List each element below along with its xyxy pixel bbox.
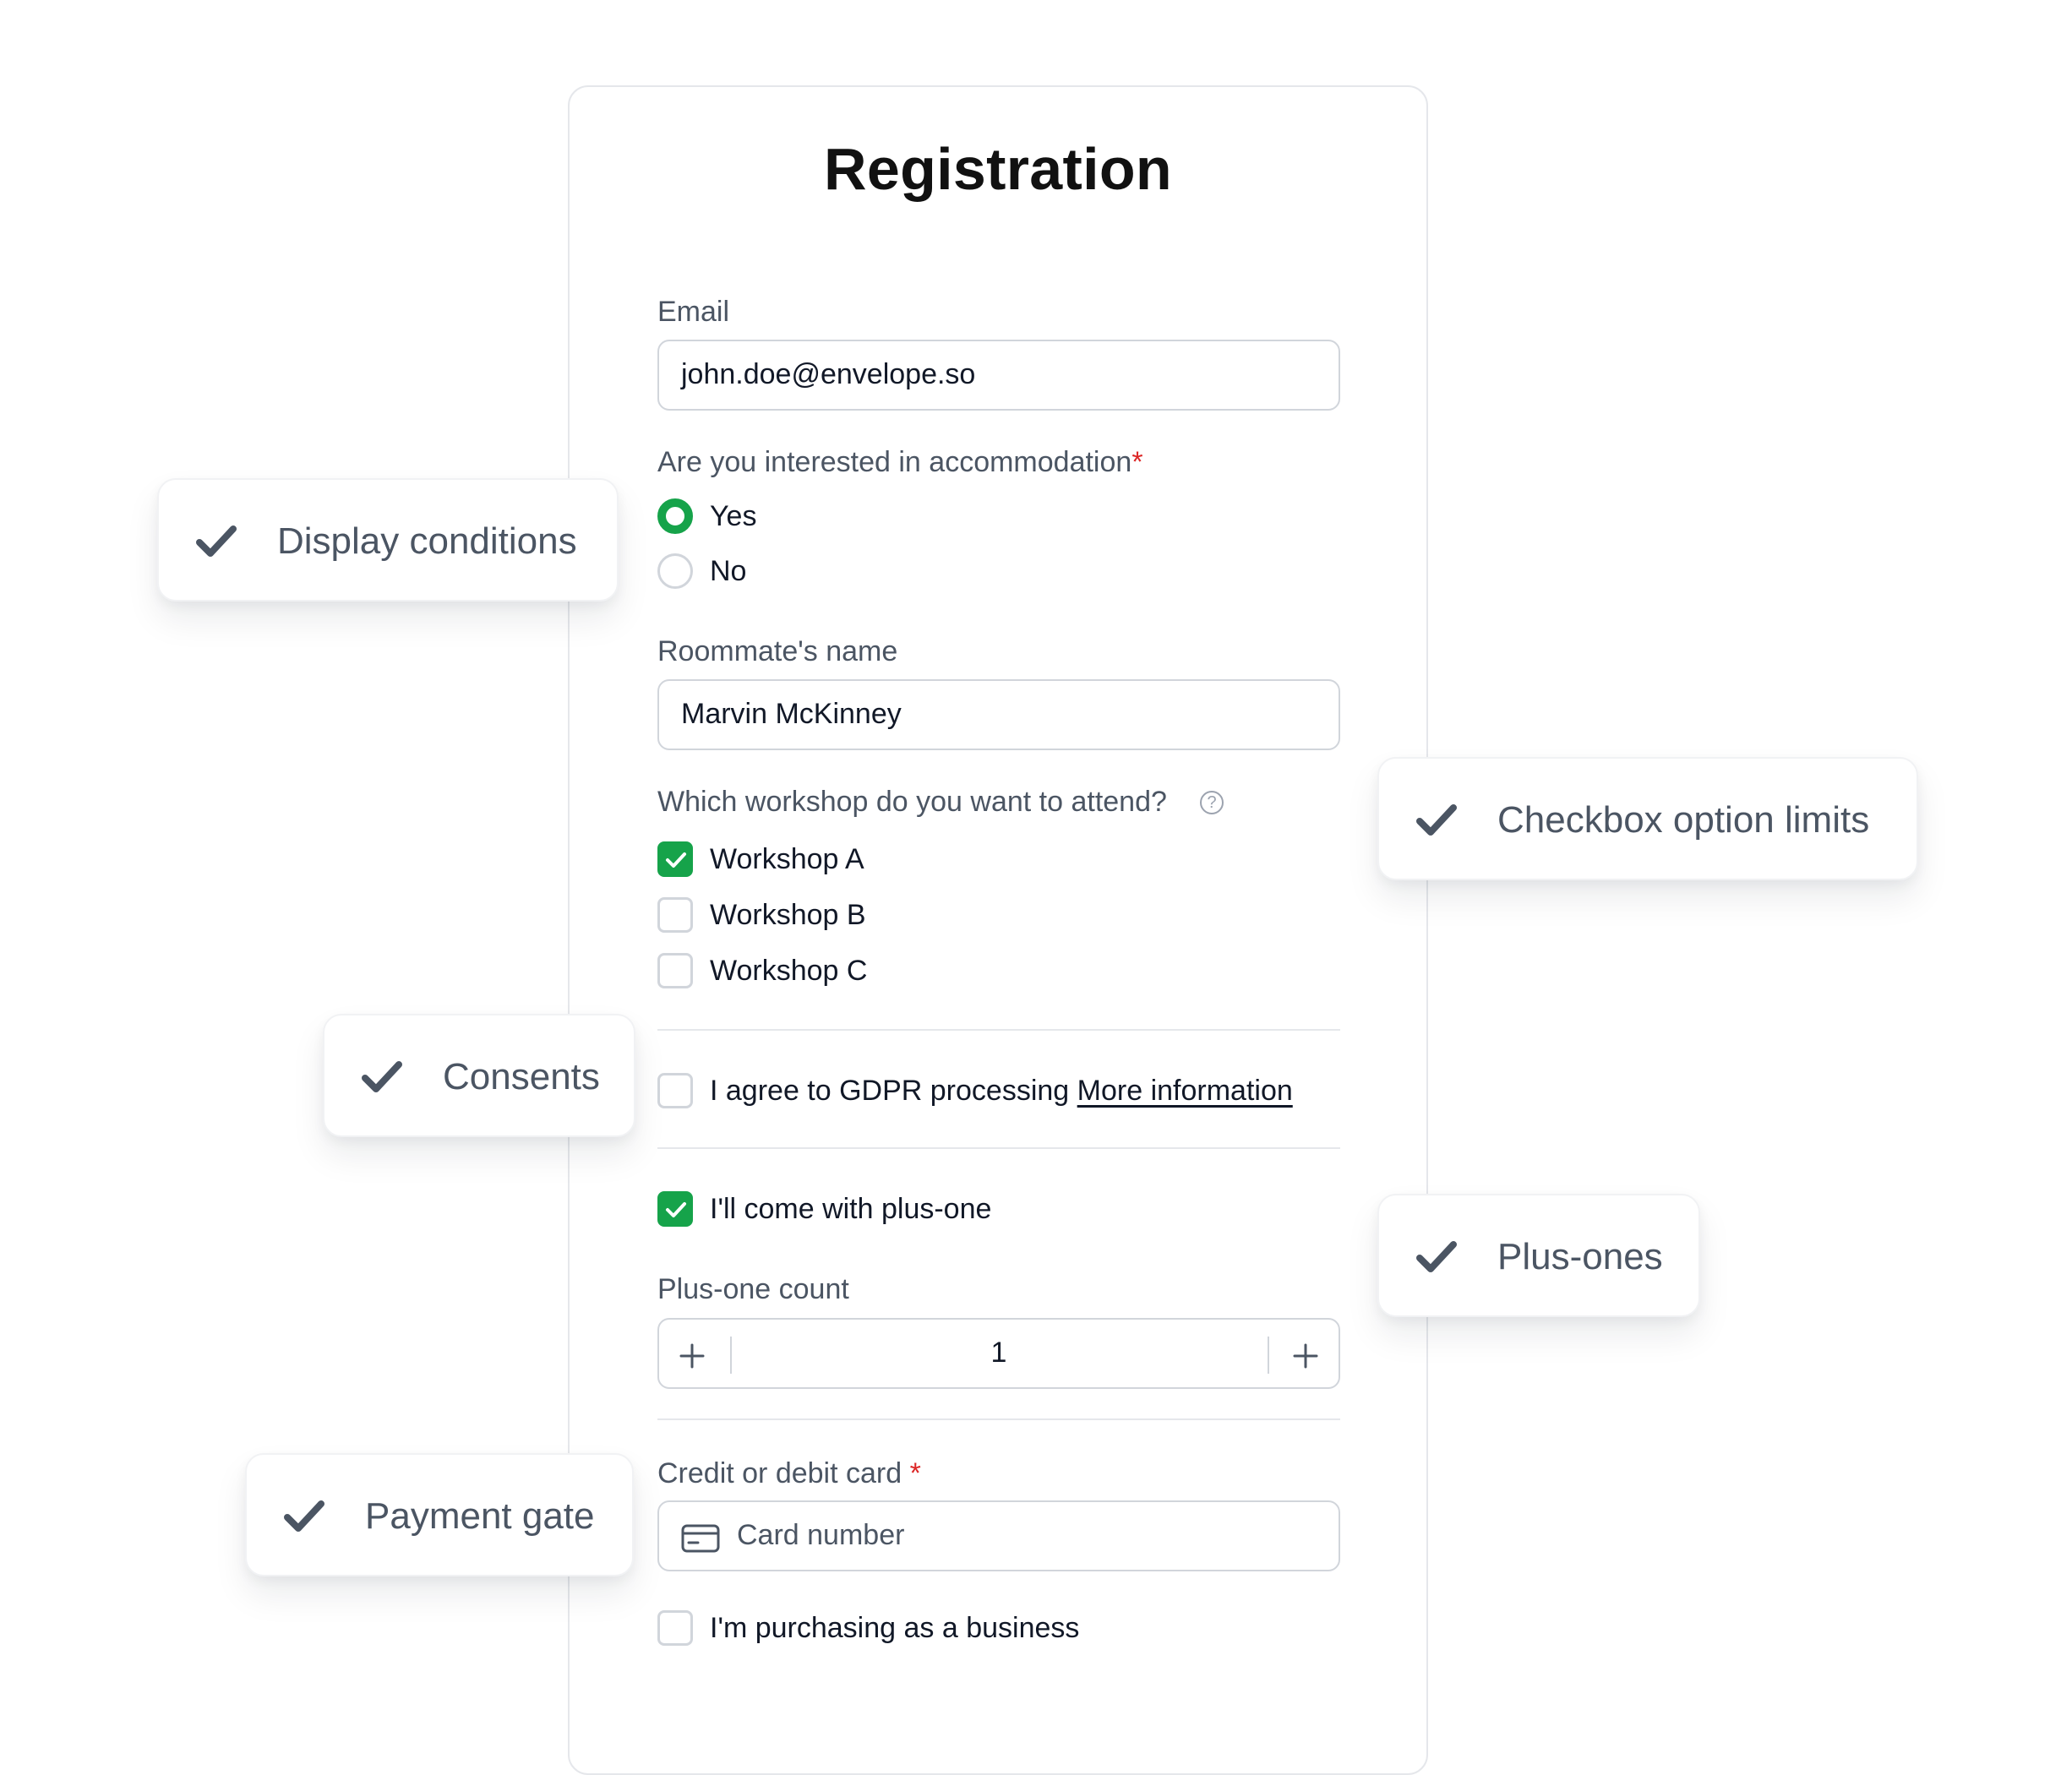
business-label: I'm purchasing as a business (710, 1612, 1080, 1644)
badge-label: Plus-ones (1497, 1236, 1663, 1277)
badge-label: Payment gate (365, 1495, 595, 1537)
checkbox-gdpr[interactable] (657, 1073, 693, 1108)
workshop-c-label: Workshop C (710, 955, 868, 987)
divider (657, 1147, 1340, 1149)
plus-one-label: I'll come with plus-one (710, 1193, 992, 1225)
gdpr-text: I agree to GDPR processing (710, 1075, 1070, 1107)
workshop-a-label: Workshop A (710, 843, 864, 875)
check-icon (284, 1500, 324, 1532)
plus-one-count-stepper[interactable]: 1 (657, 1318, 1340, 1389)
badge-checkbox-option-limits: Checkbox option limits (1377, 757, 1918, 880)
badge-label: Consents (443, 1056, 600, 1097)
roommate-input[interactable]: Marvin McKinney (657, 679, 1340, 750)
email-value: john.doe@envelope.so (681, 358, 976, 390)
check-icon (196, 525, 237, 557)
badge-label: Display conditions (277, 520, 577, 562)
required-mark: * (909, 1457, 921, 1489)
increment-button-icon[interactable] (1284, 1335, 1327, 1377)
checkbox-plus-one[interactable] (657, 1191, 693, 1227)
email-label: Email (657, 296, 730, 328)
roommate-label: Roommate's name (657, 635, 898, 667)
divider (657, 1029, 1340, 1031)
check-icon (1416, 804, 1457, 836)
credit-card-icon (681, 1524, 720, 1553)
card-number-input[interactable]: Card number (657, 1500, 1340, 1571)
plus-one-count-label: Plus-one count (657, 1273, 849, 1305)
workshop-b-label: Workshop B (710, 899, 866, 931)
check-icon (1416, 1241, 1457, 1272)
checkbox-workshop-c[interactable] (657, 953, 693, 988)
card-label: Credit or debit card * (657, 1457, 921, 1490)
badge-plus-ones: Plus-ones (1377, 1194, 1700, 1317)
checkbox-business[interactable] (657, 1610, 693, 1646)
radio-no-label: No (710, 555, 747, 587)
radio-no[interactable] (657, 553, 693, 589)
badge-label: Checkbox option limits (1497, 799, 1870, 841)
checkbox-workshop-a[interactable] (657, 841, 693, 877)
badge-consents: Consents (323, 1014, 635, 1137)
card-number-placeholder: Card number (737, 1519, 905, 1551)
email-input[interactable]: john.doe@envelope.so (657, 340, 1340, 411)
plus-one-count-value: 1 (990, 1337, 1007, 1369)
radio-yes-label: Yes (710, 500, 757, 532)
roommate-value: Marvin McKinney (681, 698, 902, 730)
badge-payment-gate: Payment gate (245, 1453, 634, 1576)
divider (657, 1418, 1340, 1420)
gdpr-label: I agree to GDPR processing More informat… (710, 1075, 1293, 1108)
stepper-separator (1268, 1337, 1269, 1374)
accommodation-label-text: Are you interested in accommodation (657, 446, 1132, 478)
radio-yes[interactable] (657, 498, 693, 534)
workshop-label: Which workshop do you want to attend? (657, 786, 1167, 818)
question-circle-icon[interactable]: ? (1200, 791, 1224, 814)
accommodation-label: Are you interested in accommodation* (657, 446, 1143, 479)
page-title: Registration (824, 136, 1172, 202)
more-information-link[interactable]: More information (1077, 1075, 1293, 1107)
check-icon (362, 1061, 402, 1092)
card-label-text: Credit or debit card (657, 1457, 902, 1489)
required-mark: * (1131, 446, 1143, 478)
checkbox-workshop-b[interactable] (657, 897, 693, 933)
badge-display-conditions: Display conditions (157, 478, 619, 602)
